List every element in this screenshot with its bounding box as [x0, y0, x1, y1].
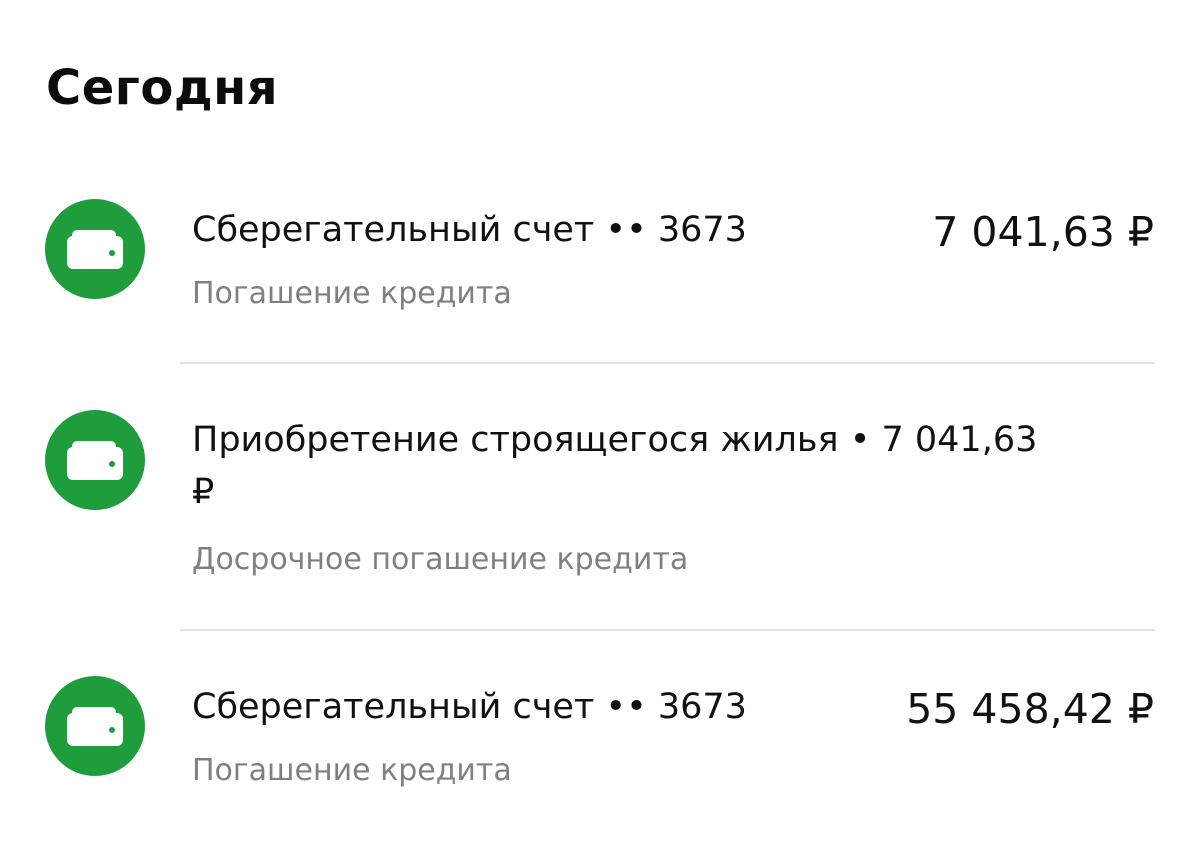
operation-amount: 7 041,63 ₽ — [932, 208, 1154, 256]
operation-title-line-1: Приобретение строящегося жилья • 7 041,6… — [192, 420, 1038, 460]
operation-item[interactable]: Сберегательный счет •• 3673 7 041,63 ₽ П… — [0, 0, 1200, 362]
operation-title-line-2: ₽ — [192, 472, 215, 512]
operation-subtitle: Погашение кредита — [192, 276, 512, 311]
operation-subtitle: Погашение кредита — [192, 753, 512, 788]
operation-title: Сберегательный счет •• 3673 — [192, 210, 747, 250]
operation-title-row: Приобретение строящегося жилья • 7 041,6… — [192, 414, 1154, 518]
operation-item[interactable]: Приобретение строящегося жилья • 7 041,6… — [0, 364, 1200, 630]
operation-title: Сберегательный счет •• 3673 — [192, 687, 747, 727]
operation-subtitle: Досрочное погашение кредита — [192, 542, 689, 577]
operation-amount: 55 458,42 ₽ — [906, 685, 1154, 733]
operation-item[interactable]: Сберегательный счет •• 3673 55 458,42 ₽ … — [0, 631, 1200, 858]
wallet-icon — [45, 199, 145, 299]
wallet-icon — [45, 676, 145, 776]
wallet-icon — [45, 410, 145, 510]
